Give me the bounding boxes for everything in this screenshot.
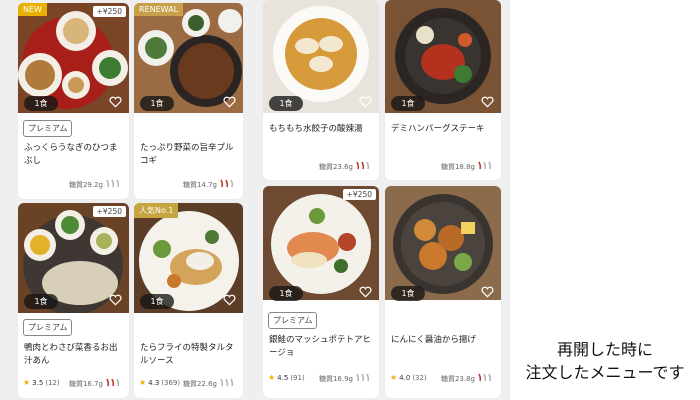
menu-card[interactable]: 1食 にんにく醤油から揚げ ★ 4.0 (32) 糖質23.8g <box>385 186 501 398</box>
rating: ★ 4.5 (91) <box>268 373 305 382</box>
spice-level-chili-icon <box>106 378 120 387</box>
portion-badge: 1食 <box>391 96 425 111</box>
premium-badge: プレミアム <box>268 312 318 329</box>
popular-rank-badge: 人気No.1 <box>134 203 179 218</box>
rating-count: (91) <box>290 373 305 382</box>
carb-amount: 糖質22.6g <box>182 380 217 388</box>
portion-badge: 1食 <box>24 294 58 309</box>
surcharge-badge: +¥250 <box>92 206 126 217</box>
carb-amount: 糖質29.2g <box>68 181 103 189</box>
menu-name: たっぷり野菜の旨辛プルコギ <box>140 143 234 166</box>
menu-name: にんにく醤油から揚げ <box>391 335 476 345</box>
rating-score: 4.5 <box>277 373 289 382</box>
rating-score: 4.3 <box>148 378 160 387</box>
portion-badge: 1食 <box>24 96 58 111</box>
menu-card[interactable]: +¥250 1食 プレミアム 鴨肉とわさび菜香るお出汁あん ★ 3.5 (12)… <box>18 203 129 398</box>
star-icon: ★ <box>390 373 398 382</box>
surcharge-badge: +¥250 <box>342 189 376 200</box>
menu-name: 銀鮭のマッシュポテトアヒージョ <box>269 335 372 358</box>
caption-line-2: 注文したメニューです <box>525 363 685 382</box>
spice-level-chili-icon <box>356 373 370 382</box>
premium-badge: プレミアム <box>23 319 73 336</box>
rating-count: (12) <box>45 378 60 387</box>
portion-badge: 1食 <box>269 286 303 301</box>
rating-count: (32) <box>412 373 427 382</box>
spice-level-chili-icon <box>220 179 234 188</box>
spice-level-chili-icon <box>478 373 492 382</box>
caption-line-1: 再開した時に <box>556 340 653 359</box>
spice-level-chili-icon <box>478 161 492 170</box>
rating-score: 3.5 <box>32 378 44 387</box>
star-icon: ★ <box>139 378 147 387</box>
menu-name: ふっくらうなぎのひつまぶし <box>24 143 118 166</box>
favorite-heart-icon[interactable] <box>481 96 494 108</box>
surcharge-badge: +¥250 <box>92 6 126 17</box>
favorite-heart-icon[interactable] <box>223 96 236 108</box>
new-badge: NEW <box>18 3 47 16</box>
spice-level-chili-icon <box>220 378 234 387</box>
carb-amount: 糖質16.7g <box>68 380 103 388</box>
favorite-heart-icon[interactable] <box>223 294 236 306</box>
menu-name: もちもち水餃子の酸辣湯 <box>269 124 363 134</box>
carb-amount: 糖質14.7g <box>182 181 217 189</box>
menu-name: たらフライの特製タルタルソース <box>140 343 234 366</box>
premium-badge: プレミアム <box>23 120 73 137</box>
portion-badge: 1食 <box>140 294 174 309</box>
spice-level-chili-icon <box>356 161 370 170</box>
star-icon: ★ <box>23 378 31 387</box>
portion-badge: 1食 <box>269 96 303 111</box>
portion-badge: 1食 <box>140 96 174 111</box>
rating: ★ 4.3 (369) <box>139 378 180 387</box>
menu-name: 鴨肉とわさび菜香るお出汁あん <box>24 343 118 366</box>
menu-card[interactable]: 1食 もちもち水餃子の酸辣湯 糖質23.6g <box>263 0 379 180</box>
favorite-heart-icon[interactable] <box>359 96 372 108</box>
favorite-heart-icon[interactable] <box>359 286 372 298</box>
menu-card[interactable]: 人気No.1 1食 たらフライの特製タルタルソース ★ 4.3 (369) 糖質… <box>134 203 243 398</box>
favorite-heart-icon[interactable] <box>109 96 122 108</box>
renewal-badge: RENEWAL <box>134 3 184 16</box>
menu-card[interactable]: 1食 デミハンバーグステーキ 糖質18.8g <box>385 0 501 180</box>
dish-photo <box>263 186 379 300</box>
carb-amount: 糖質23.8g <box>440 375 475 383</box>
rating: ★ 4.0 (32) <box>390 373 427 382</box>
rating-count: (369) <box>161 378 181 387</box>
menu-card[interactable]: RENEWAL 1食 たっぷり野菜の旨辛プルコギ 糖質14.7g <box>134 3 243 199</box>
rating: ★ 3.5 (12) <box>23 378 60 387</box>
star-icon: ★ <box>268 373 276 382</box>
favorite-heart-icon[interactable] <box>481 286 494 298</box>
carb-amount: 糖質23.6g <box>318 163 353 171</box>
dish-photo <box>385 186 501 300</box>
menu-card[interactable]: NEW +¥250 1食 プレミアム ふっくらうなぎのひつまぶし 糖質29.2g <box>18 3 129 199</box>
spice-level-chili-icon <box>106 179 120 188</box>
menu-name: デミハンバーグステーキ <box>391 124 485 134</box>
carb-amount: 糖質18.8g <box>440 163 475 171</box>
carb-amount: 糖質16.9g <box>318 375 353 383</box>
menu-card[interactable]: +¥250 1食 プレミアム 銀鮭のマッシュポテトアヒージョ ★ 4.5 (91… <box>263 186 379 398</box>
portion-badge: 1食 <box>391 286 425 301</box>
rating-score: 4.0 <box>399 373 411 382</box>
favorite-heart-icon[interactable] <box>109 294 122 306</box>
